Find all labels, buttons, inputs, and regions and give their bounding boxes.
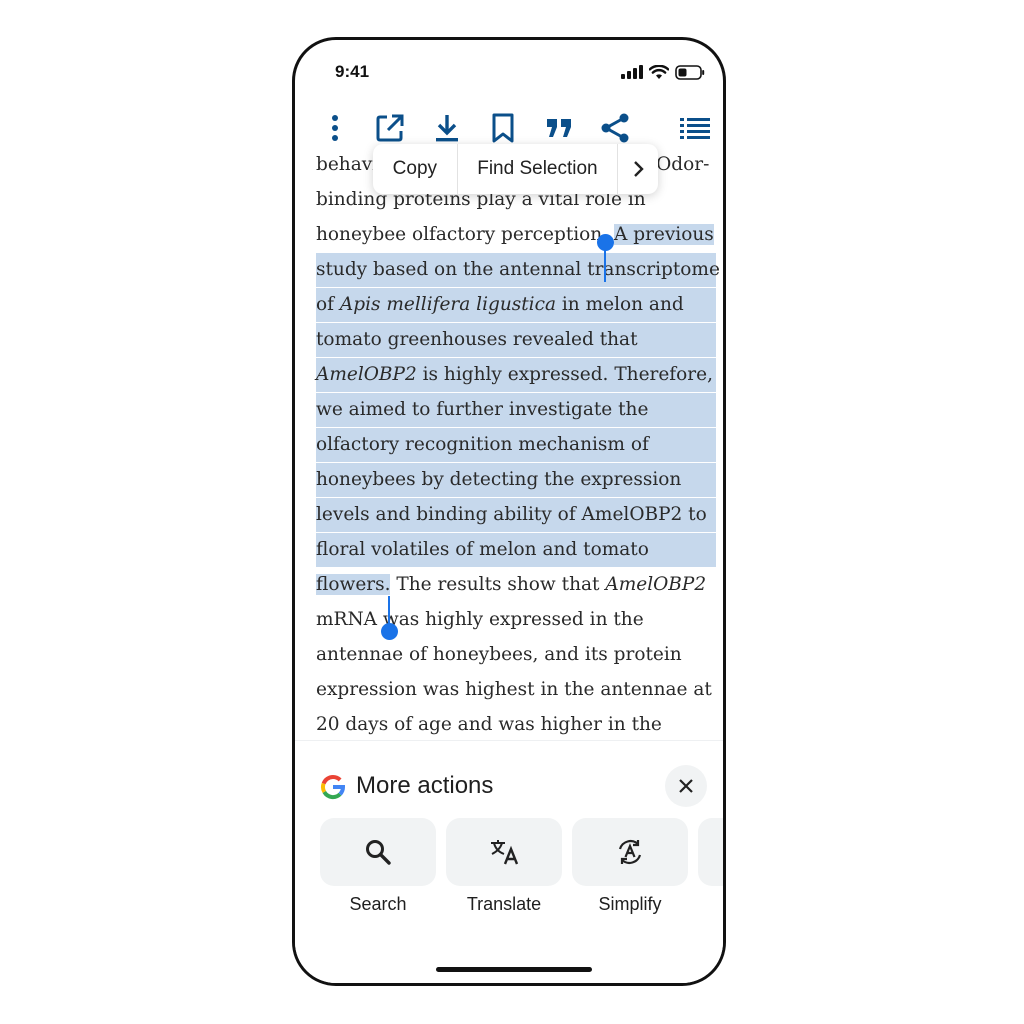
google-g-icon bbox=[321, 774, 346, 800]
selection-end-handle[interactable] bbox=[381, 623, 398, 640]
copy-button[interactable]: Copy bbox=[373, 144, 458, 194]
signal-icon bbox=[621, 65, 643, 79]
text-line: expression was highest in the antennae a… bbox=[316, 679, 712, 700]
share-icon[interactable] bbox=[597, 110, 633, 146]
text-selection-menu: Copy Find Selection bbox=[373, 144, 658, 194]
download-icon[interactable] bbox=[429, 110, 465, 146]
translate-icon bbox=[491, 840, 519, 865]
text-line: mRNA was highly expressed in the bbox=[316, 609, 644, 630]
simplify-action-label: Simplify bbox=[598, 894, 662, 914]
action-card-partial[interactable] bbox=[698, 818, 723, 886]
text-line: study based on the antennal transcriptom… bbox=[316, 253, 720, 287]
simplify-action-button[interactable] bbox=[572, 818, 688, 886]
bookmark-icon[interactable] bbox=[485, 110, 521, 146]
text-line: antennae of honeybees, and its protein bbox=[316, 644, 682, 665]
translate-action-label: Translate bbox=[466, 894, 542, 914]
text-line: tomato greenhouses revealed that bbox=[316, 323, 716, 357]
home-indicator[interactable] bbox=[436, 967, 592, 972]
article-body[interactable]: behavi Odor- binding proteins play a vita… bbox=[295, 148, 723, 740]
more-vertical-icon[interactable] bbox=[317, 110, 353, 146]
selection-start-caret bbox=[604, 242, 606, 282]
text-line: of Apis mellifera ligustica in melon and bbox=[316, 288, 716, 322]
search-icon bbox=[366, 840, 391, 865]
simplify-icon bbox=[618, 840, 642, 864]
text-line: AmelOBP2 is highly expressed. Therefore, bbox=[316, 358, 716, 392]
text-line: floral volatiles of melon and tomato bbox=[316, 533, 716, 567]
text-line: honeybee olfactory perception. A previou… bbox=[316, 224, 714, 245]
phone-frame: 9:41 behavi Odor- binding proteins play … bbox=[292, 37, 726, 986]
status-time: 9:41 bbox=[335, 62, 370, 81]
battery-icon bbox=[675, 64, 705, 80]
wifi-icon bbox=[649, 64, 669, 80]
text-line: flowers. The results show that AmelOBP2 bbox=[316, 574, 707, 595]
sheet-title: More actions bbox=[356, 772, 494, 799]
close-icon[interactable] bbox=[665, 765, 707, 807]
search-action-label: Search bbox=[349, 894, 407, 914]
status-icons bbox=[621, 64, 705, 80]
chevron-right-icon[interactable] bbox=[618, 144, 658, 194]
text-line: olfactory recognition mechanism of bbox=[316, 428, 716, 462]
text-line: honeybees by detecting the expression bbox=[316, 463, 716, 497]
contents-list-icon[interactable] bbox=[677, 110, 713, 146]
text-line: levels and binding ability of AmelOBP2 t… bbox=[316, 498, 716, 532]
search-action-button[interactable] bbox=[320, 818, 436, 886]
text-line: 20 days of age and was higher in the bbox=[316, 714, 662, 735]
translate-action-button[interactable] bbox=[446, 818, 562, 886]
more-actions-sheet: More actions Search Translate Simplify bbox=[295, 740, 723, 983]
selected-text: flowers. bbox=[316, 574, 391, 595]
cite-icon[interactable] bbox=[541, 110, 577, 146]
open-external-icon[interactable] bbox=[372, 110, 408, 146]
text-line: we aimed to further investigate the bbox=[316, 393, 716, 427]
selected-text: A previous bbox=[613, 224, 714, 245]
find-selection-button[interactable]: Find Selection bbox=[458, 144, 619, 194]
